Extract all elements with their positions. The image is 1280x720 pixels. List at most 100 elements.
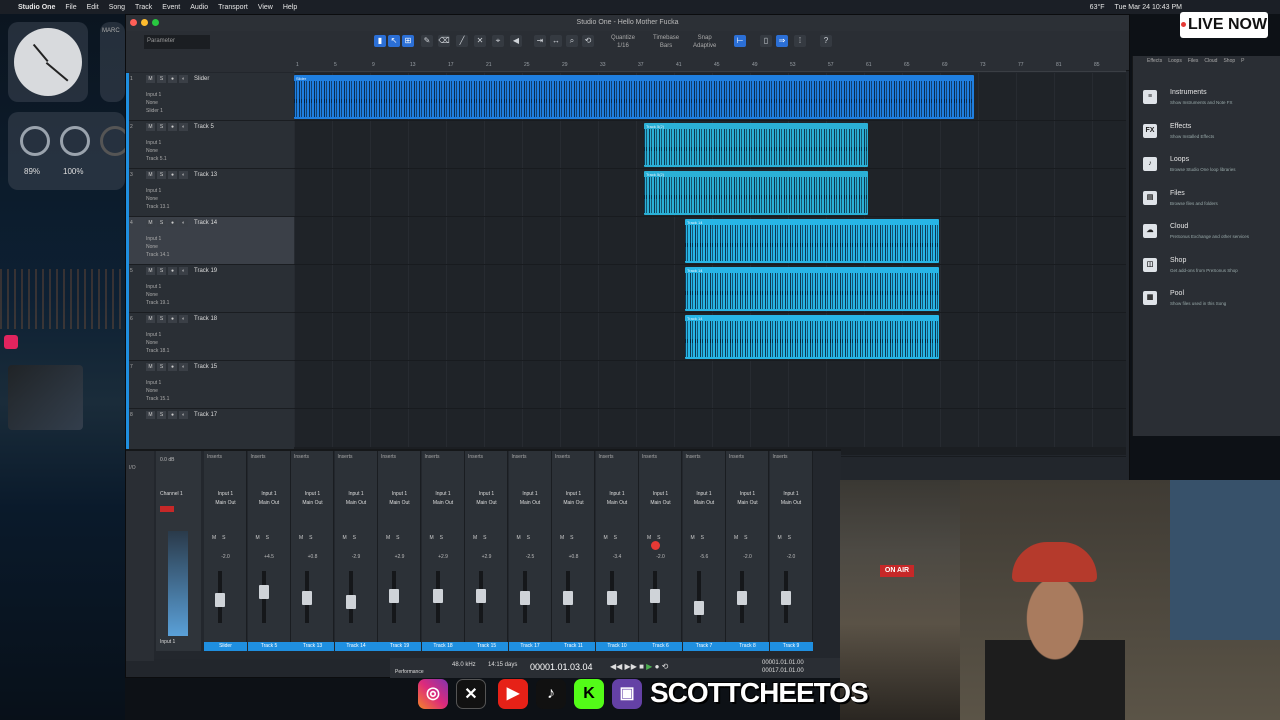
volume-fader[interactable] — [696, 571, 701, 623]
zoom-tool-icon[interactable]: ⌕ — [566, 35, 578, 47]
strip-mute-button[interactable]: M — [560, 535, 564, 541]
inserts-label[interactable]: Inserts — [729, 454, 744, 460]
strip-input[interactable]: Input 1 — [726, 491, 769, 497]
strip-mute-button[interactable]: M — [386, 535, 390, 541]
arrange-view[interactable]: Slider Track 5(2) Track 5(2) Track 14 Track … — [294, 73, 1126, 457]
track-monitor[interactable]: None — [146, 196, 158, 202]
track-input[interactable]: Input 1 — [146, 92, 161, 98]
timebase-value[interactable]: Bars — [653, 42, 679, 50]
inserts-label[interactable]: Inserts — [294, 454, 309, 460]
tab-cloud[interactable]: Cloud — [1204, 58, 1217, 70]
inserts-label[interactable]: Inserts — [468, 454, 483, 460]
fader-cap[interactable] — [476, 589, 486, 603]
browser-item-files[interactable]: ▤ Files Browse files and folders — [1133, 187, 1280, 217]
strip-mute-button[interactable]: M — [517, 535, 521, 541]
mute-button[interactable]: M — [146, 219, 155, 227]
record-armed-icon[interactable] — [651, 541, 660, 550]
menu-app-name[interactable]: Studio One — [18, 4, 55, 11]
track-header[interactable]: 4 M S ● ◐ Track 14 Input 1 None Track 14.1 — [126, 217, 294, 265]
tab-shop[interactable]: Shop — [1223, 58, 1235, 70]
browser-item-loops[interactable]: ♪ Loops Browse Studio One loop libraries — [1133, 153, 1280, 183]
range-split-icon[interactable]: ↔ — [550, 35, 562, 47]
strip-input[interactable]: Input 1 — [248, 491, 291, 497]
browser-item-pool[interactable]: ▦ Pool Show files used in this Song — [1133, 287, 1280, 317]
inserts-label[interactable]: Inserts — [686, 454, 701, 460]
strip-name[interactable]: Slider — [204, 642, 247, 651]
close-window-icon[interactable] — [130, 19, 137, 26]
track-monitor[interactable]: None — [146, 244, 158, 250]
tab-files[interactable]: Files — [1188, 58, 1199, 70]
clock-widget[interactable] — [8, 22, 88, 102]
browser-item-shop[interactable]: ◫ Shop Get add-ons from PreSonus Shop — [1133, 254, 1280, 284]
track-name[interactable]: Track 15 — [194, 364, 217, 370]
position-display[interactable]: 00001.01.03.04 — [530, 662, 593, 672]
track-name[interactable]: Track 13 — [194, 172, 217, 178]
monitor-button[interactable]: ◐ — [179, 411, 188, 419]
inserts-label[interactable]: Inserts — [773, 454, 788, 460]
fader-cap[interactable] — [345, 595, 356, 609]
record-arm-button[interactable]: ● — [168, 267, 177, 275]
timebase-group[interactable]: Timebase Bars — [653, 34, 679, 50]
solo-button[interactable]: S — [157, 315, 166, 323]
strip-name[interactable]: Track 17 — [508, 642, 552, 651]
track-name[interactable]: Track 14 — [194, 220, 217, 226]
track-output[interactable]: Track 13.1 — [146, 204, 169, 210]
play-icon[interactable]: ▶ — [646, 662, 652, 671]
track-monitor[interactable]: None — [146, 340, 158, 346]
strip-solo-button[interactable]: S — [396, 535, 399, 541]
strip-output[interactable]: Main Out — [683, 500, 726, 506]
menu-view[interactable]: View — [258, 4, 273, 11]
track-name[interactable]: Track 5 — [194, 124, 214, 130]
strip-solo-button[interactable]: S — [657, 535, 660, 541]
rewind-icon[interactable]: ◀◀ — [610, 662, 622, 671]
inserts-label[interactable]: Inserts — [555, 454, 570, 460]
solo-button[interactable]: S — [157, 171, 166, 179]
track-header[interactable]: 7 M S ● ◐ Track 15 Input 1 None Track 15.1 — [126, 361, 294, 409]
inserts-label[interactable]: Inserts — [599, 454, 614, 460]
monitor-button[interactable]: ◐ — [179, 219, 188, 227]
grid-icon[interactable]: ⁞ — [794, 35, 806, 47]
mute-button[interactable]: M — [146, 123, 155, 131]
snap-value[interactable]: Adaptive — [693, 42, 716, 50]
strip-solo-button[interactable]: S — [614, 535, 617, 541]
strip-output[interactable]: Main Out — [726, 500, 769, 506]
strip-input[interactable]: Input 1 — [509, 491, 552, 497]
audio-clip[interactable]: Track 5(2) — [644, 171, 868, 215]
fader-cap[interactable] — [650, 589, 660, 603]
strip-solo-button[interactable]: S — [353, 535, 356, 541]
snap-group[interactable]: Snap Adaptive — [693, 34, 716, 50]
split-tool-icon[interactable]: ⇥ — [534, 35, 546, 47]
eraser-tool-icon[interactable]: ⌫ — [438, 35, 450, 47]
tab-effects[interactable]: Effects — [1147, 58, 1162, 70]
loop-tool-icon[interactable]: ⟲ — [582, 35, 594, 47]
monitor-button[interactable]: ◐ — [179, 267, 188, 275]
solo-button[interactable]: S — [157, 411, 166, 419]
strip-output[interactable]: Main Out — [552, 500, 595, 506]
strip-output[interactable]: Main Out — [291, 500, 334, 506]
music-app-icon[interactable] — [4, 335, 18, 349]
strip-solo-button[interactable]: S — [788, 535, 791, 541]
help-icon[interactable]: ? — [820, 35, 832, 47]
tab-loops[interactable]: Loops — [1168, 58, 1182, 70]
strip-name[interactable]: Track 15 — [465, 642, 508, 651]
inserts-label[interactable]: Inserts — [251, 454, 266, 460]
track-output[interactable]: Track 14.1 — [146, 252, 169, 258]
menu-transport[interactable]: Transport — [218, 4, 248, 11]
mute-button[interactable]: M — [146, 411, 155, 419]
solo-button[interactable]: S — [157, 219, 166, 227]
track-lane[interactable] — [294, 361, 1126, 409]
strip-output[interactable]: Main Out — [509, 500, 552, 506]
browser-item-instruments[interactable]: ≡ Instruments Show Instruments and Note FX — [1133, 86, 1280, 116]
strip-solo-button[interactable]: S — [570, 535, 573, 541]
right-locator[interactable]: 00017.01.01.00 — [762, 668, 804, 674]
monitor-button[interactable]: ◐ — [179, 75, 188, 83]
strip-solo-button[interactable]: S — [266, 535, 269, 541]
browser-item-effects[interactable]: FX Effects Show Installed Effects — [1133, 120, 1280, 150]
fader-cap[interactable] — [693, 601, 704, 615]
inserts-label[interactable]: Inserts — [338, 454, 353, 460]
audio-clip[interactable]: Track 14 — [685, 267, 939, 311]
snap-toggle-icon[interactable]: ⊢ — [734, 35, 746, 47]
weather-text[interactable]: 63°F — [1090, 4, 1105, 11]
audio-clip[interactable]: Track 14 — [685, 219, 939, 263]
inserts-label[interactable]: Inserts — [425, 454, 440, 460]
